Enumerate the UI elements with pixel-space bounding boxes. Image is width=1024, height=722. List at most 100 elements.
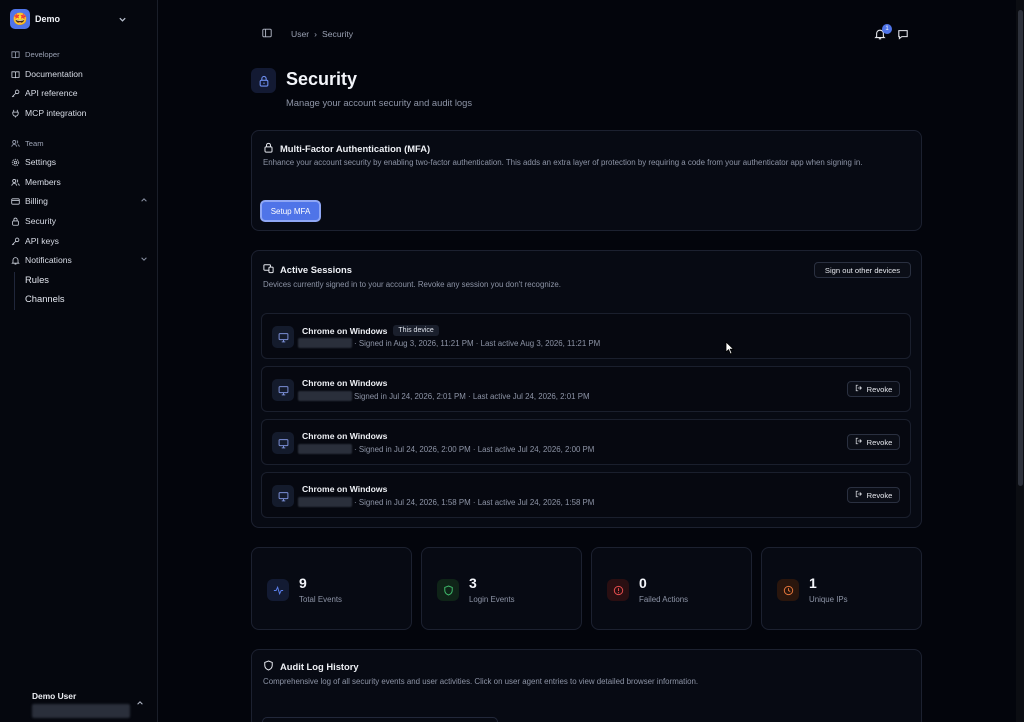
shield-check-icon — [437, 579, 459, 601]
sidebar-item-label: Notifications — [25, 255, 72, 265]
user-menu[interactable]: Demo User — [32, 691, 150, 718]
section-label: Developer — [25, 49, 60, 59]
revoke-button[interactable]: Revoke — [847, 487, 900, 503]
sidebar-toggle-icon[interactable] — [262, 28, 274, 40]
audit-title: Audit Log History — [263, 660, 359, 672]
page-title: Security — [286, 69, 358, 89]
sidebar-item-mcp-integration[interactable]: MCP integration — [10, 105, 148, 121]
ip-redacted — [298, 338, 352, 348]
revoke-label: Revoke — [866, 490, 893, 500]
session-device: Chrome on Windows — [302, 484, 387, 494]
sidebar-item-label: Members — [25, 177, 61, 187]
user-email-redacted — [32, 704, 130, 718]
session-device-name: Chrome on Windows — [302, 431, 388, 441]
bell-icon — [10, 255, 20, 265]
stat-value: 0 — [639, 575, 647, 591]
alert-circle-icon — [607, 579, 629, 601]
sidebar-item-settings[interactable]: Settings — [10, 154, 148, 170]
chevron-down-icon — [116, 13, 128, 25]
sidebar-item-label: API keys — [25, 236, 59, 246]
log-out-icon — [855, 384, 863, 394]
subnav-divider — [14, 272, 15, 310]
workspace-switcher[interactable]: 🤩 Demo — [10, 9, 128, 29]
stat-card-failed-actions: 0 Failed Actions — [591, 547, 752, 630]
monitor-icon — [272, 432, 294, 454]
workspace-logo: 🤩 — [10, 9, 30, 29]
scrollbar-thumb[interactable] — [1018, 10, 1023, 486]
stat-value: 1 — [809, 575, 817, 591]
lock-icon — [10, 216, 20, 226]
audit-search-input[interactable] — [262, 717, 498, 722]
chevron-up-icon[interactable] — [140, 196, 148, 206]
sidebar-item-label: Documentation — [25, 69, 83, 79]
gear-icon — [10, 157, 20, 167]
session-meta: Signed in Jul 24, 2026, 2:01 PM · Last a… — [298, 391, 590, 401]
sidebar-item-api-reference[interactable]: API reference — [10, 85, 148, 101]
topbar: User › Security 1 — [158, 0, 1016, 68]
breadcrumb-user[interactable]: User — [291, 29, 309, 39]
setup-mfa-button[interactable]: Setup MFA — [260, 200, 321, 222]
sidebar-item-members[interactable]: Members — [10, 174, 148, 190]
sidebar-section-developer: Developer — [10, 49, 60, 59]
sidebar-item-label: API reference — [25, 88, 78, 98]
session-device-name: Chrome on Windows — [302, 378, 388, 388]
revoke-button[interactable]: Revoke — [847, 434, 900, 450]
mouse-cursor-icon — [725, 341, 735, 355]
session-device-name: Chrome on Windows — [302, 484, 388, 494]
card-icon — [10, 196, 20, 206]
users-icon — [10, 177, 20, 187]
sidebar-subitem-rules[interactable]: Rules — [25, 274, 49, 285]
revoke-button[interactable]: Revoke — [847, 381, 900, 397]
session-meta-text: · Signed in Jul 24, 2026, 1:58 PM · Last… — [354, 497, 595, 507]
ip-redacted — [298, 444, 352, 454]
sidebar-item-documentation[interactable]: Documentation — [10, 66, 148, 82]
revoke-label: Revoke — [866, 437, 893, 447]
breadcrumb: User › Security — [291, 29, 353, 39]
ip-redacted — [298, 497, 352, 507]
mfa-description: Enhance your account security by enablin… — [263, 158, 863, 167]
session-meta: · Signed in Jul 24, 2026, 1:58 PM · Last… — [298, 497, 594, 507]
sidebar-item-label: Security — [25, 216, 57, 226]
section-label: Team — [25, 138, 44, 148]
user-name: Demo User — [32, 691, 77, 701]
stat-label: Unique IPs — [809, 595, 848, 604]
sidebar-subitem-channels[interactable]: Channels — [25, 293, 65, 304]
plug-icon — [10, 108, 20, 118]
log-out-icon — [855, 437, 863, 447]
revoke-label: Revoke — [866, 384, 893, 394]
sessions-title: Active Sessions — [263, 263, 352, 275]
key-icon — [10, 88, 20, 98]
sidebar-item-label: Settings — [25, 157, 57, 167]
session-device: Chrome on Windows This device — [302, 325, 439, 336]
sign-out-other-devices-button[interactable]: Sign out other devices — [814, 262, 911, 278]
stat-card-login-events: 3 Login Events — [421, 547, 582, 630]
stat-label: Login Events — [469, 595, 515, 604]
sidebar-item-security[interactable]: Security — [10, 213, 148, 229]
sidebar-item-notifications[interactable]: Notifications — [10, 252, 148, 268]
sessions-description: Devices currently signed in to your acco… — [263, 280, 562, 289]
chevron-down-icon[interactable] — [140, 255, 148, 265]
session-row: Chrome on Windows This device · Signed i… — [261, 313, 911, 359]
sidebar-section-team: Team — [10, 138, 44, 148]
lock-icon — [263, 142, 275, 154]
chat-icon[interactable] — [897, 28, 911, 42]
mfa-title: Multi-Factor Authentication (MFA) — [263, 142, 430, 154]
notification-count-badge: 1 — [882, 24, 892, 34]
sidebar: 🤩 Demo Developer Documentation API refer… — [0, 0, 158, 722]
audit-description: Comprehensive log of all security events… — [263, 677, 699, 686]
page-subtitle: Manage your account security and audit l… — [286, 97, 473, 108]
stat-label: Failed Actions — [639, 595, 689, 604]
lock-icon — [251, 68, 276, 93]
session-row: Chrome on Windows Signed in Jul 24, 2026… — [261, 366, 911, 412]
sidebar-item-label: Billing — [25, 196, 48, 206]
stat-label: Total Events — [299, 595, 342, 604]
sessions-title-text: Active Sessions — [280, 263, 352, 275]
sidebar-item-api-keys[interactable]: API keys — [10, 233, 148, 249]
mfa-title-text: Multi-Factor Authentication (MFA) — [280, 142, 431, 154]
session-device: Chrome on Windows — [302, 431, 387, 441]
sidebar-item-label: MCP integration — [25, 108, 87, 118]
clock-icon — [777, 579, 799, 601]
sidebar-item-billing[interactable]: Billing — [10, 193, 148, 209]
session-row: Chrome on Windows · Signed in Jul 24, 20… — [261, 472, 911, 518]
stat-card-unique-ips: 1 Unique IPs — [761, 547, 922, 630]
